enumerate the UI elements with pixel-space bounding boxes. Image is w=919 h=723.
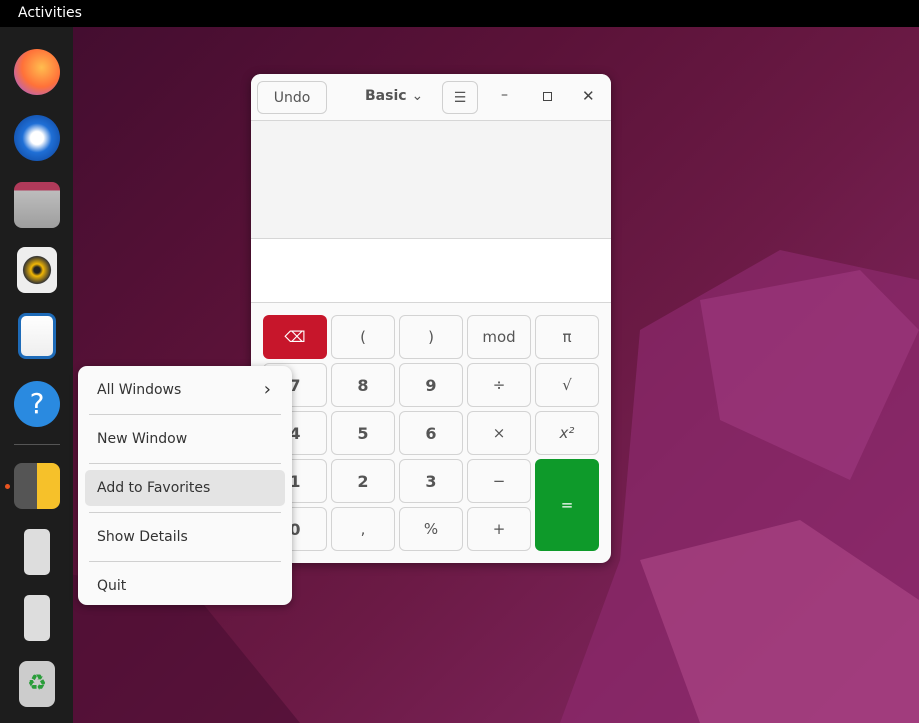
- menu-item-label: New Window: [97, 431, 188, 447]
- key-button[interactable]: x²: [535, 411, 599, 455]
- menu-separator: [89, 561, 281, 562]
- menu-item[interactable]: Add to Favorites: [85, 470, 285, 506]
- menu-button[interactable]: ☰: [442, 81, 478, 114]
- trash-icon[interactable]: ♻: [19, 661, 55, 707]
- key-button[interactable]: 5: [331, 411, 395, 455]
- thunderbird-icon[interactable]: [14, 115, 60, 161]
- key-button[interactable]: 3: [399, 459, 463, 503]
- undo-button[interactable]: Undo: [257, 81, 327, 114]
- key-button[interactable]: √: [535, 363, 599, 407]
- key-button[interactable]: −: [467, 459, 531, 503]
- firefox-icon[interactable]: [14, 49, 60, 95]
- key-button[interactable]: 2: [331, 459, 395, 503]
- maximize-button[interactable]: [543, 92, 552, 101]
- header-bar: Undo Basic ⌄ ☰ – ✕: [251, 74, 611, 121]
- rhythmbox-icon[interactable]: [17, 247, 57, 293]
- menu-item[interactable]: All Windows ›: [85, 372, 285, 408]
- history-display: [251, 121, 611, 239]
- dock-separator: [14, 444, 60, 445]
- key-button[interactable]: %: [399, 507, 463, 551]
- key-button[interactable]: 8: [331, 363, 395, 407]
- dock: ? ♻: [0, 27, 73, 723]
- hamburger-icon: ☰: [453, 89, 467, 106]
- calculator-window: Undo Basic ⌄ ☰ – ✕ ⌫() mod π 7 8 9 ÷ √ 4 5 6 × x² 1 2 3…: [251, 74, 611, 563]
- menu-item[interactable]: Show Details: [85, 519, 285, 555]
- chevron-right-icon: ›: [263, 379, 271, 400]
- key-button[interactable]: ×: [467, 411, 531, 455]
- key-button[interactable]: mod: [467, 315, 531, 359]
- usb-drive-icon[interactable]: [24, 595, 50, 641]
- writer-icon[interactable]: [18, 313, 56, 359]
- menu-separator: [89, 414, 281, 415]
- key-button[interactable]: ÷: [467, 363, 531, 407]
- top-bar: Activities: [0, 0, 919, 27]
- key-button[interactable]: ,: [331, 507, 395, 551]
- activities-button[interactable]: Activities: [18, 5, 82, 21]
- chevron-down-icon: ⌄: [411, 88, 424, 104]
- menu-item-label: Add to Favorites: [97, 480, 211, 496]
- help-icon[interactable]: ?: [14, 381, 60, 427]
- key-button[interactable]: 6: [399, 411, 463, 455]
- menu-separator: [89, 463, 281, 464]
- mode-label: Basic: [365, 88, 407, 104]
- equals-button[interactable]: =: [535, 459, 599, 551]
- menu-item-label: Quit: [97, 578, 127, 594]
- expression-input[interactable]: [251, 239, 611, 303]
- menu-item[interactable]: New Window: [85, 421, 285, 457]
- mode-selector[interactable]: Basic ⌄: [365, 88, 423, 104]
- menu-item-label: Show Details: [97, 529, 188, 545]
- key-button[interactable]: ): [399, 315, 463, 359]
- files-icon[interactable]: [14, 182, 60, 228]
- menu-separator: [89, 512, 281, 513]
- key-button[interactable]: +: [467, 507, 531, 551]
- key-button[interactable]: 9: [399, 363, 463, 407]
- backspace-button[interactable]: ⌫: [263, 315, 327, 359]
- close-button[interactable]: ✕: [582, 87, 595, 105]
- menu-item-label: All Windows: [97, 382, 182, 398]
- key-button[interactable]: (: [331, 315, 395, 359]
- context-menu: All Windows › New Window Add to Favorites Sh…: [78, 366, 292, 605]
- key-button[interactable]: π: [535, 315, 599, 359]
- usb-drive-icon[interactable]: [24, 529, 50, 575]
- menu-item[interactable]: Quit: [85, 568, 285, 604]
- running-indicator: [5, 484, 10, 489]
- minimize-button[interactable]: –: [501, 87, 508, 103]
- calculator-icon[interactable]: [14, 463, 60, 509]
